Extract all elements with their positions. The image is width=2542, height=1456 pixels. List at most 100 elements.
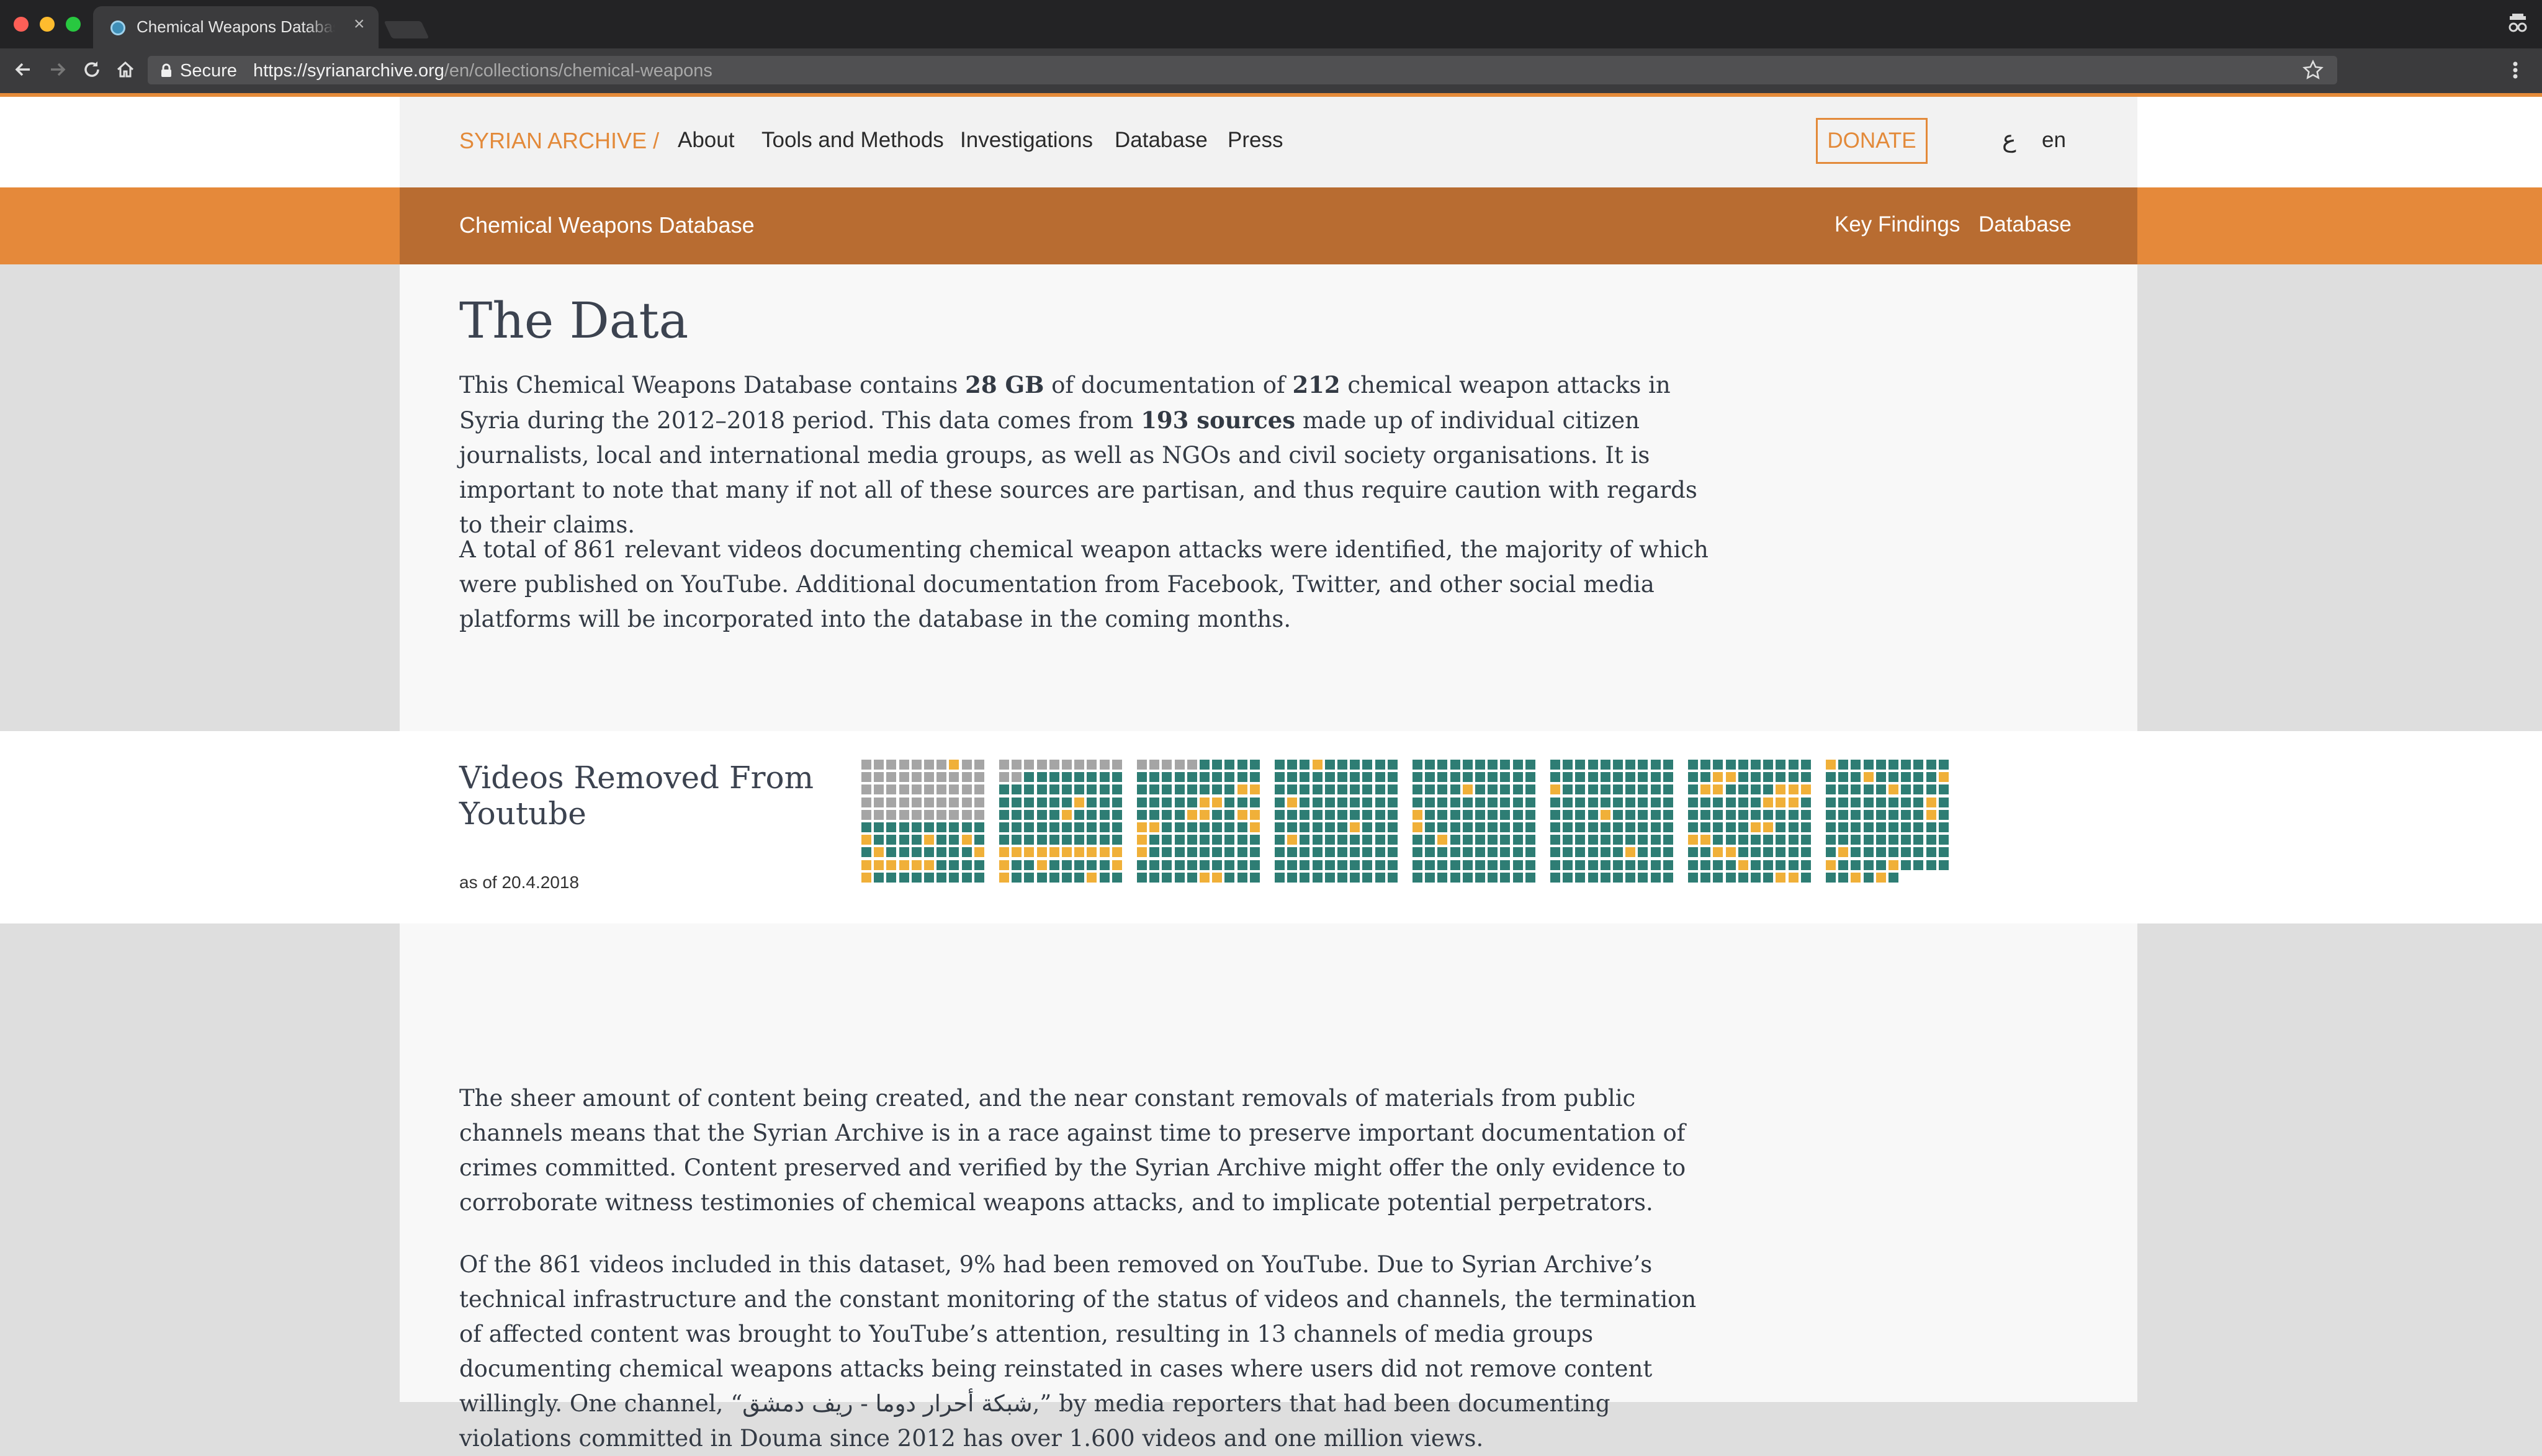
waffle-cell-available	[936, 860, 946, 870]
waffle-cell-available	[1450, 760, 1460, 770]
waffle-cell-removed	[1726, 847, 1736, 857]
waffle-cell-available	[1313, 822, 1323, 832]
address-bar[interactable]: Secure https://syrianarchive.org/en/coll…	[148, 56, 2337, 84]
waffle-cell-available	[1337, 760, 1347, 770]
waffle-cell-available	[1325, 835, 1335, 845]
collection-title[interactable]: Chemical Weapons Database	[459, 212, 755, 238]
waffle-cell-available	[1751, 772, 1761, 782]
waffle-cell-available	[1237, 760, 1247, 770]
waffle-cell-available	[1550, 860, 1560, 870]
waffle-cell-other	[886, 798, 896, 807]
waffle-cell-available	[1313, 835, 1323, 845]
waffle-cell-available	[1713, 810, 1723, 820]
menu-icon[interactable]	[2507, 56, 2523, 84]
waffle-cell-available	[1012, 860, 1022, 870]
waffle-cell-available	[1287, 810, 1297, 820]
waffle-cell-other	[974, 760, 984, 770]
waffle-cell-available	[1713, 822, 1723, 832]
waffle-cell-available	[899, 847, 909, 857]
waffle-cell-available	[1037, 798, 1047, 807]
subnav-key-findings[interactable]: Key Findings	[1835, 212, 1960, 237]
back-icon[interactable]	[11, 57, 36, 82]
waffle-cell-available	[1325, 860, 1335, 870]
waffle-cell-available	[1726, 835, 1736, 845]
waffle-cell-available	[1913, 835, 1923, 845]
waffle-cell-available	[1475, 873, 1485, 883]
waffle-cell-available	[1688, 860, 1698, 870]
url-text[interactable]: https://syrianarchive.org/en/collections…	[253, 61, 712, 81]
waffle-cell-available	[1437, 860, 1447, 870]
star-icon[interactable]	[2302, 60, 2324, 84]
waffle-cell-available	[949, 873, 959, 883]
nav-database[interactable]: Database	[1115, 128, 1208, 153]
waffle-cell-available	[1037, 822, 1047, 832]
nav-about[interactable]: About	[678, 128, 734, 153]
zoom-window-button[interactable]	[66, 17, 81, 32]
waffle-cell-available	[1074, 873, 1084, 883]
subnav-database[interactable]: Database	[1978, 212, 2072, 237]
waffle-cell-available	[1200, 772, 1210, 782]
waffle-cell-available	[1789, 847, 1799, 857]
waffle-cell-available	[1901, 760, 1911, 770]
waffle-cell-available	[936, 873, 946, 883]
close-window-button[interactable]	[14, 17, 29, 32]
waffle-cell-available	[1488, 860, 1498, 870]
waffle-cell-available	[1500, 784, 1510, 794]
reload-icon[interactable]	[79, 57, 104, 82]
waffle-cell-available	[1563, 847, 1573, 857]
waffle-cell-available	[1062, 835, 1072, 845]
waffle-cell-available	[912, 835, 922, 845]
waffle-cell-available	[1149, 835, 1159, 845]
browser-tab[interactable]: Chemical Weapons Database | Syrian Archi…	[93, 6, 379, 48]
waffle-cell-available	[1149, 772, 1159, 782]
waffle-cell-removed	[861, 835, 871, 845]
waffle-cell-other	[912, 760, 922, 770]
waffle-cell-available	[924, 847, 934, 857]
waffle-cell-available	[1738, 772, 1748, 782]
waffle-cell-other	[1049, 760, 1059, 770]
waffle-cell-available	[1450, 873, 1460, 883]
waffle-cell-available	[1550, 873, 1560, 883]
waffle-cell-available	[1838, 784, 1848, 794]
new-tab-button[interactable]	[384, 21, 429, 38]
waffle-cell-available	[1601, 798, 1610, 807]
waffle-cell-available	[1525, 822, 1535, 832]
waffle-cell-available	[1375, 822, 1385, 832]
nav-investigations[interactable]: Investigations	[960, 128, 1093, 153]
waffle-cell-available	[1625, 772, 1635, 782]
waffle-block	[1275, 760, 1398, 883]
waffle-cell-available	[1037, 784, 1047, 794]
waffle-cell-available	[1275, 784, 1285, 794]
language-english-link[interactable]: en	[2042, 128, 2066, 153]
nav-press[interactable]: Press	[1228, 128, 1283, 153]
language-arabic-link[interactable]: ع	[2002, 125, 2016, 153]
waffle-cell-available	[1926, 760, 1936, 770]
nav-tools-and-methods[interactable]: Tools and Methods	[761, 128, 944, 153]
waffle-cell-other	[1062, 760, 1072, 770]
waffle-cell-available	[1337, 873, 1347, 883]
waffle-cell-available	[1864, 847, 1874, 857]
waffle-cell-available	[1763, 772, 1773, 782]
waffle-cell-available	[1313, 784, 1323, 794]
site-favicon-icon	[110, 20, 125, 35]
brand-logo-link[interactable]: SYRIAN ARCHIVE /	[459, 128, 659, 154]
waffle-cell-available	[1926, 847, 1936, 857]
waffle-cell-available	[1049, 810, 1059, 820]
waffle-cell-available	[1864, 760, 1874, 770]
waffle-cell-available	[1149, 810, 1159, 820]
donate-button[interactable]: DONATE	[1816, 118, 1928, 164]
waffle-cell-available	[1601, 772, 1610, 782]
minimize-window-button[interactable]	[40, 17, 55, 32]
waffle-cell-available	[1175, 860, 1185, 870]
forward-icon[interactable]	[45, 57, 70, 82]
waffle-cell-available	[1525, 772, 1535, 782]
waffle-cell-available	[1175, 835, 1185, 845]
tab-close-button[interactable]: ×	[354, 15, 365, 34]
waffle-cell-available	[1463, 810, 1473, 820]
waffle-cell-available	[1450, 798, 1460, 807]
waffle-cell-available	[1588, 772, 1598, 782]
waffle-cell-removed	[1826, 760, 1836, 770]
waffle-cell-available	[1939, 847, 1949, 857]
waffle-cell-removed	[1037, 860, 1047, 870]
home-icon[interactable]	[113, 57, 138, 82]
